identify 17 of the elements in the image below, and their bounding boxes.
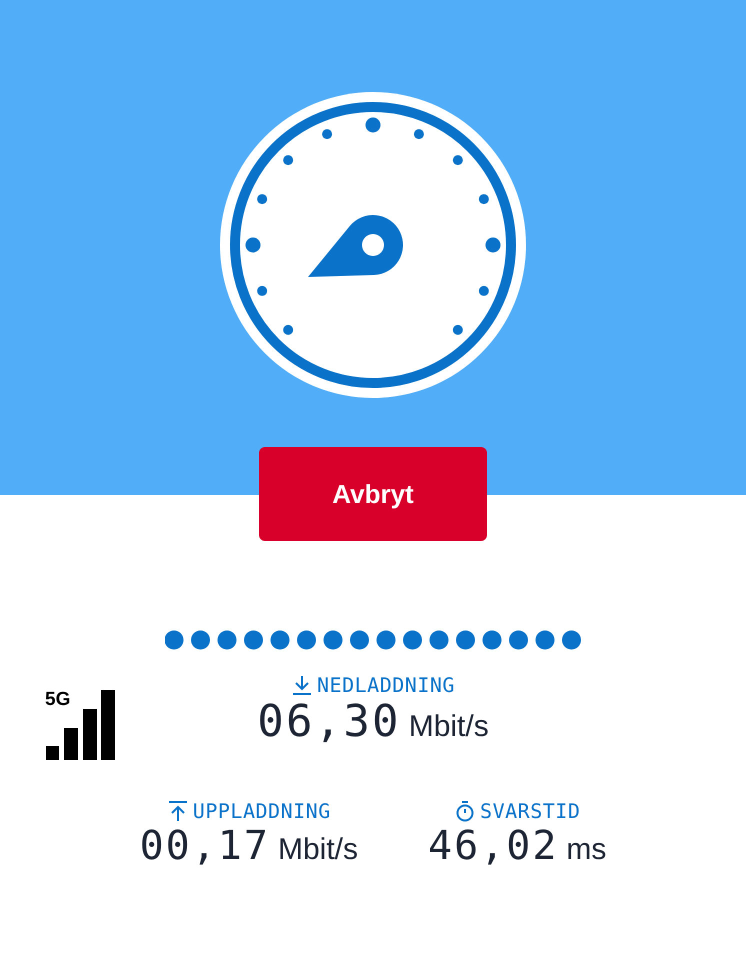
stopwatch-icon (454, 800, 476, 822)
result-label: UPPLADDNING (192, 798, 331, 825)
download-icon (291, 674, 314, 696)
result-label: SVARSTID (480, 798, 580, 825)
result-unit: ms (566, 835, 606, 865)
result-value: 00,17 (140, 826, 270, 866)
upload-icon (166, 800, 189, 822)
result-label: NEDLADDNING (317, 672, 455, 699)
signal-icon (45, 690, 115, 760)
progress-dots-icon (165, 630, 581, 650)
result-unit: Mbit/s (278, 835, 358, 865)
result-value: 06,30 (257, 700, 401, 744)
network-type-label: 5G (45, 690, 70, 709)
cancel-button[interactable]: Avbryt (259, 447, 487, 541)
speedometer-icon (220, 92, 526, 398)
result-unit: Mbit/s (408, 712, 489, 742)
result-value: 46,02 (428, 826, 558, 866)
